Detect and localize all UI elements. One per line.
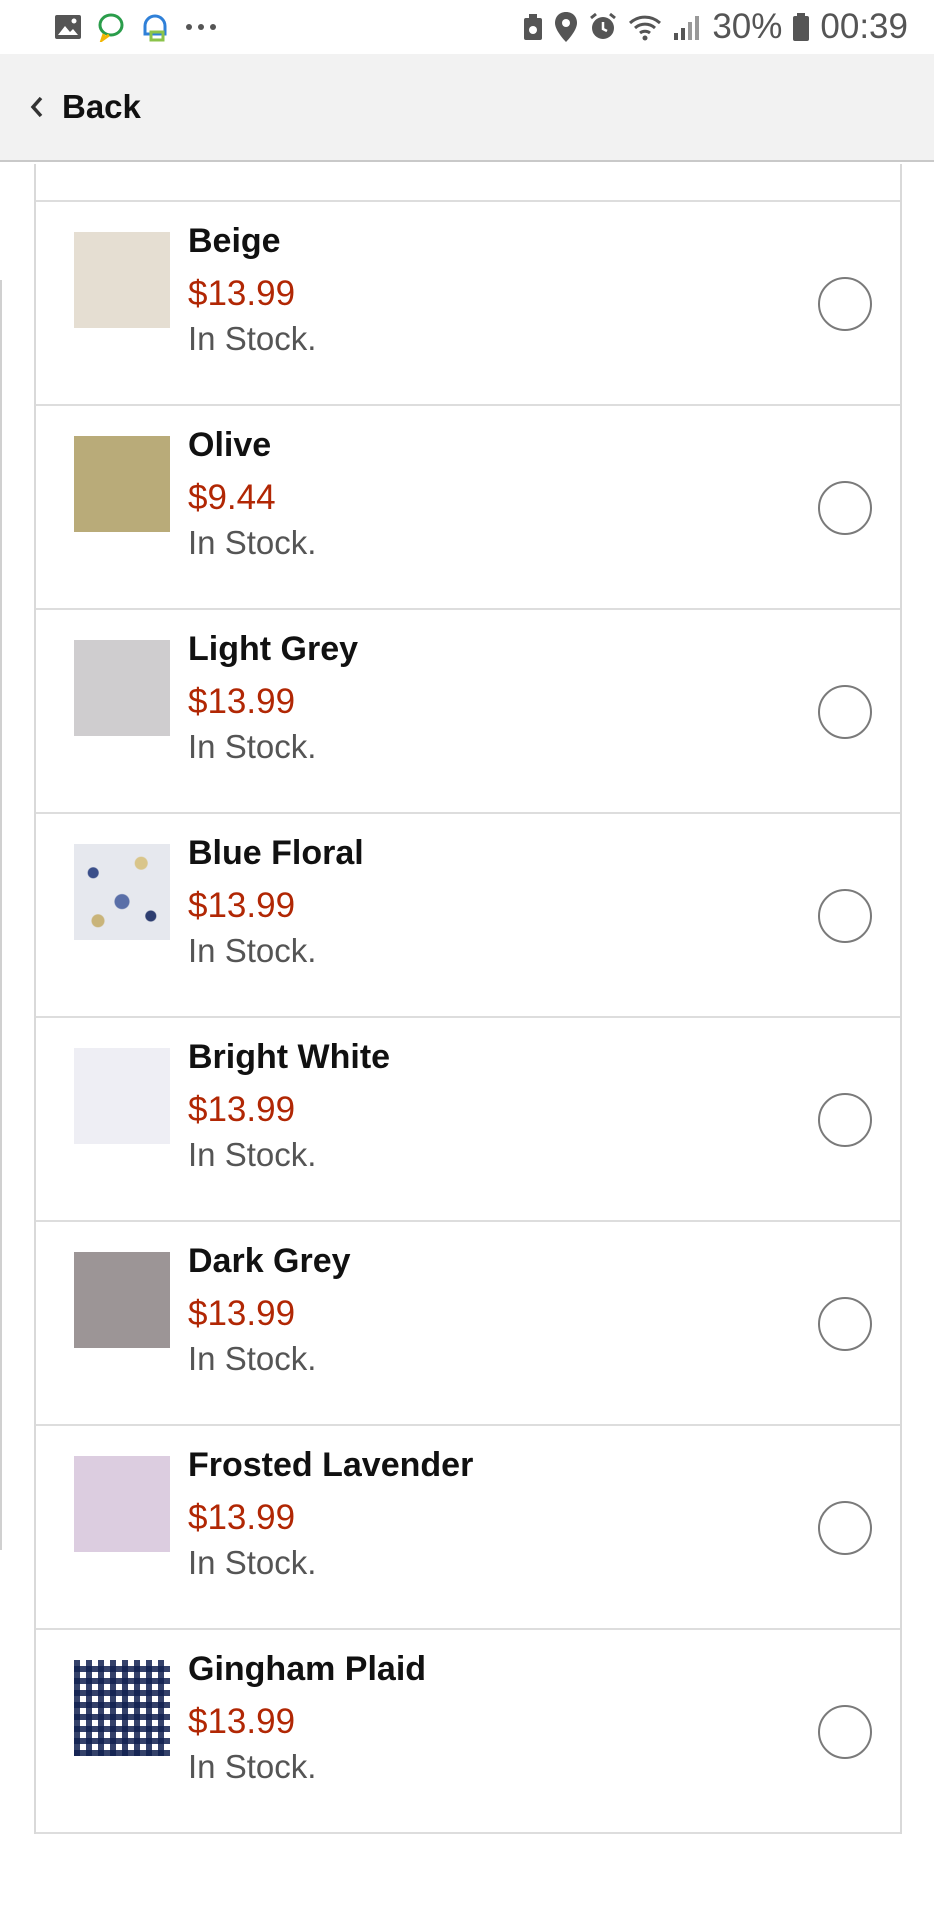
variant-radio[interactable] (818, 1705, 872, 1759)
variant-stock: In Stock. (188, 524, 317, 561)
location-icon (554, 11, 578, 43)
variant-option[interactable]: Beige $13.99 In Stock. (36, 202, 900, 406)
back-label: Back (62, 88, 141, 125)
variant-radio[interactable] (818, 277, 872, 331)
gallery-icon (54, 14, 82, 40)
variant-option[interactable]: Frosted Lavender $13.99 In Stock. (36, 1426, 900, 1630)
variant-stock: In Stock. (188, 932, 317, 969)
back-button[interactable]: Back (30, 88, 141, 126)
variant-name: Beige (188, 222, 281, 260)
color-swatch (74, 232, 170, 328)
recycle-icon (522, 12, 544, 42)
chat-bubble-icon (96, 12, 126, 42)
variant-list: Navy Blue $13.99 In Stock. Beige $13.99 … (34, 164, 902, 1834)
variant-price: $13.99 (188, 886, 296, 925)
variant-price: $13.99 (188, 1294, 296, 1333)
color-swatch (74, 1048, 170, 1144)
variant-price: $13.99 (188, 1498, 296, 1537)
variant-price: $9.44 (188, 478, 276, 517)
variant-stock: In Stock. (188, 1136, 317, 1173)
variant-option[interactable]: Navy Blue $13.99 In Stock. (36, 164, 900, 202)
color-swatch (74, 640, 170, 736)
color-swatch (74, 436, 170, 532)
variant-option[interactable]: Dark Grey $13.99 In Stock. (36, 1222, 900, 1426)
color-swatch (74, 1660, 170, 1756)
variant-option[interactable]: Gingham Plaid $13.99 In Stock. (36, 1630, 900, 1834)
variant-option[interactable]: Bright White $13.99 In Stock. (36, 1018, 900, 1222)
variant-price: $13.99 (188, 274, 296, 313)
variant-stock: In Stock. (188, 728, 317, 765)
battery-icon (792, 12, 810, 42)
variant-name: Gingham Plaid (188, 1650, 427, 1688)
variant-name: Dark Grey (188, 1242, 351, 1280)
color-swatch (74, 844, 170, 940)
variant-price: $13.99 (188, 1090, 296, 1129)
chevron-left-icon (30, 96, 44, 118)
signal-icon (672, 13, 702, 41)
variant-stock: In Stock. (188, 1748, 317, 1785)
variant-radio[interactable] (818, 889, 872, 943)
wifi-icon (628, 13, 662, 41)
variant-name: Olive (188, 426, 272, 464)
color-swatch (74, 1456, 170, 1552)
variant-stock: In Stock. (188, 1340, 317, 1377)
variant-option[interactable]: Olive $9.44 In Stock. (36, 406, 900, 610)
variant-price: $13.99 (188, 1702, 296, 1741)
color-swatch (74, 1252, 170, 1348)
variant-price: $13.99 (188, 682, 296, 721)
variant-name: Bright White (188, 1038, 391, 1076)
status-bar: 30% 00:39 (0, 0, 934, 54)
status-left-icons (54, 12, 218, 42)
variant-stock: In Stock. (188, 1544, 317, 1581)
variant-name: Blue Floral (188, 834, 364, 872)
variant-radio[interactable] (818, 481, 872, 535)
variant-radio[interactable] (818, 1501, 872, 1555)
variant-option[interactable]: Blue Floral $13.99 In Stock. (36, 814, 900, 1018)
variant-radio[interactable] (818, 1297, 872, 1351)
top-bar: Back (0, 54, 934, 162)
clock: 00:39 (820, 7, 908, 46)
variant-name: Light Grey (188, 630, 359, 668)
variant-list-viewport[interactable]: Navy Blue $13.99 In Stock. Beige $13.99 … (0, 164, 934, 1920)
more-icon (184, 22, 218, 32)
variant-radio[interactable] (818, 1093, 872, 1147)
status-right: 30% 00:39 (522, 7, 908, 47)
variant-option[interactable]: Light Grey $13.99 In Stock. (36, 610, 900, 814)
chat-bubble-icon (140, 12, 170, 42)
alarm-icon (588, 12, 618, 42)
variant-stock: In Stock. (188, 320, 317, 357)
variant-radio[interactable] (818, 685, 872, 739)
variant-name: Frosted Lavender (188, 1446, 474, 1484)
battery-percent: 30% (712, 7, 783, 46)
